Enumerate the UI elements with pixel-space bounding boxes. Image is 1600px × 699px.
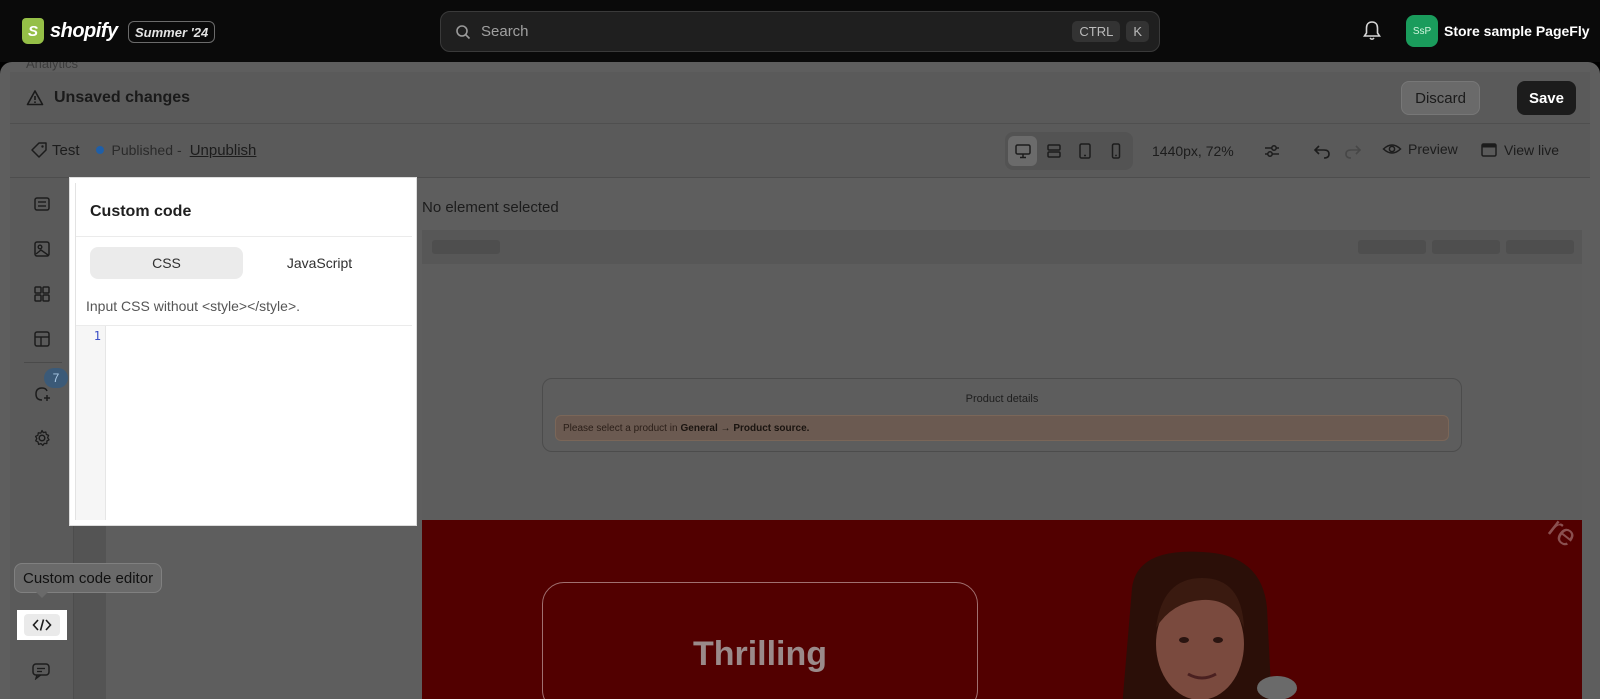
search-icon [456, 24, 471, 39]
product-source-warning: Please select a product in General → Pro… [555, 415, 1449, 441]
store-avatar: SsP [1406, 15, 1438, 47]
custom-code-editor-button[interactable] [17, 610, 67, 640]
preview-button[interactable]: Preview [1382, 141, 1458, 157]
header-nav-placeholder [1358, 240, 1426, 254]
shopify-logo[interactable]: S shopify [22, 17, 118, 45]
tab-css[interactable]: CSS [90, 247, 243, 279]
tag-icon [31, 142, 47, 158]
status-separator: - [177, 142, 182, 158]
edition-badge[interactable]: Summer '24 [128, 21, 216, 43]
view-live-label: View live [1504, 142, 1559, 158]
page-name: Test [52, 141, 80, 159]
published-status-dot [95, 146, 104, 154]
mobile-icon [1111, 143, 1120, 159]
hero-model-image [1122, 551, 1297, 699]
external-window-icon [1481, 143, 1497, 157]
hero-text-card[interactable]: Thrilling [542, 582, 978, 699]
desktop-icon [1014, 144, 1031, 159]
code-brackets-icon [32, 619, 52, 631]
custom-code-panel: Custom code CSS JavaScript Input CSS wit… [70, 178, 416, 525]
shortcut-ctrl: CTRL [1072, 21, 1121, 42]
mobile-view-button[interactable] [1101, 136, 1130, 166]
unsaved-changes-bar: Unsaved changes Discard Save [10, 72, 1590, 124]
undo-icon[interactable] [1312, 141, 1332, 161]
publish-status: Published [111, 142, 174, 158]
notifications-bell-icon[interactable] [1362, 20, 1382, 45]
page-canvas[interactable]: Product details Please select a product … [422, 230, 1582, 699]
page-toolbar: Test Published - Unpublish 1440px, 72% P… [10, 124, 1590, 178]
search-input[interactable]: Search [481, 23, 1066, 40]
preview-label: Preview [1408, 141, 1458, 157]
store-menu[interactable]: SsP Store sample PageFly [1406, 15, 1590, 47]
shopify-wordmark: shopify [50, 19, 118, 42]
header-nav-placeholder [1506, 240, 1574, 254]
no-element-selected-text: No element selected [422, 199, 559, 216]
rail-divider [24, 362, 62, 363]
viewport-size[interactable]: 1440px, 72% [1152, 143, 1234, 159]
gear-icon[interactable] [31, 427, 53, 449]
hero-corner-text: re [1542, 520, 1582, 554]
header-nav-placeholder [1432, 240, 1500, 254]
page-info: Test Published - Unpublish [30, 141, 256, 159]
custom-code-editor-tooltip: Custom code editor [14, 563, 163, 593]
warning-icon [26, 89, 44, 105]
device-switcher [1005, 132, 1133, 170]
canvas-header-placeholder [422, 230, 1582, 264]
css-code-editor[interactable]: 1 [76, 326, 412, 520]
custom-code-title: Custom code [90, 203, 192, 220]
header-logo-placeholder [432, 240, 500, 254]
unsaved-title: Unsaved changes [54, 88, 191, 106]
save-button[interactable]: Save [1516, 81, 1576, 115]
layers-icon[interactable] [31, 193, 53, 215]
discard-button[interactable]: Discard [1401, 81, 1480, 115]
laptop-view-button[interactable] [1039, 136, 1068, 166]
language-tabs: CSS JavaScript [90, 247, 396, 279]
hero-title: Thrilling [692, 635, 828, 673]
tablet-icon [1078, 143, 1091, 159]
top-bar: S shopify Summer '24 Search CTRL K SsP S… [0, 0, 1600, 62]
redo-icon[interactable] [1343, 141, 1363, 161]
desktop-view-button[interactable] [1008, 136, 1037, 166]
shortcut-k: K [1126, 21, 1149, 42]
store-name: Store sample PageFly [1444, 23, 1590, 39]
analytics-nav-item: Analytics [26, 62, 79, 71]
css-input-hint: Input CSS without <style></style>. [86, 298, 301, 314]
search-bar[interactable]: Search CTRL K [440, 11, 1160, 52]
panel-divider [76, 236, 412, 237]
hero-section[interactable]: re Thrilling [422, 520, 1582, 699]
eye-icon [1382, 144, 1402, 154]
product-details-element[interactable]: Product details Please select a product … [542, 378, 1462, 452]
line-number-gutter: 1 [76, 326, 106, 520]
tab-javascript[interactable]: JavaScript [243, 247, 396, 279]
tablet-view-button[interactable] [1070, 136, 1099, 166]
sections-icon[interactable] [31, 328, 53, 350]
warning-path: General → Product source. [680, 422, 810, 434]
layout-icon [1046, 144, 1061, 158]
chat-icon[interactable] [31, 662, 51, 680]
media-icon[interactable] [31, 238, 53, 260]
warning-prefix: Please select a product in [563, 422, 678, 434]
view-live-button[interactable]: View live [1480, 141, 1559, 159]
tooltip-arrow [36, 592, 48, 598]
line-number: 1 [93, 329, 101, 343]
settings-sliders-icon[interactable] [1262, 141, 1282, 161]
unpublish-link[interactable]: Unpublish [190, 142, 257, 159]
apps-plugin-icon[interactable] [31, 383, 53, 405]
product-details-title: Product details [965, 393, 1039, 405]
shopify-bag-icon: S [22, 18, 44, 44]
elements-grid-icon[interactable] [31, 283, 53, 305]
